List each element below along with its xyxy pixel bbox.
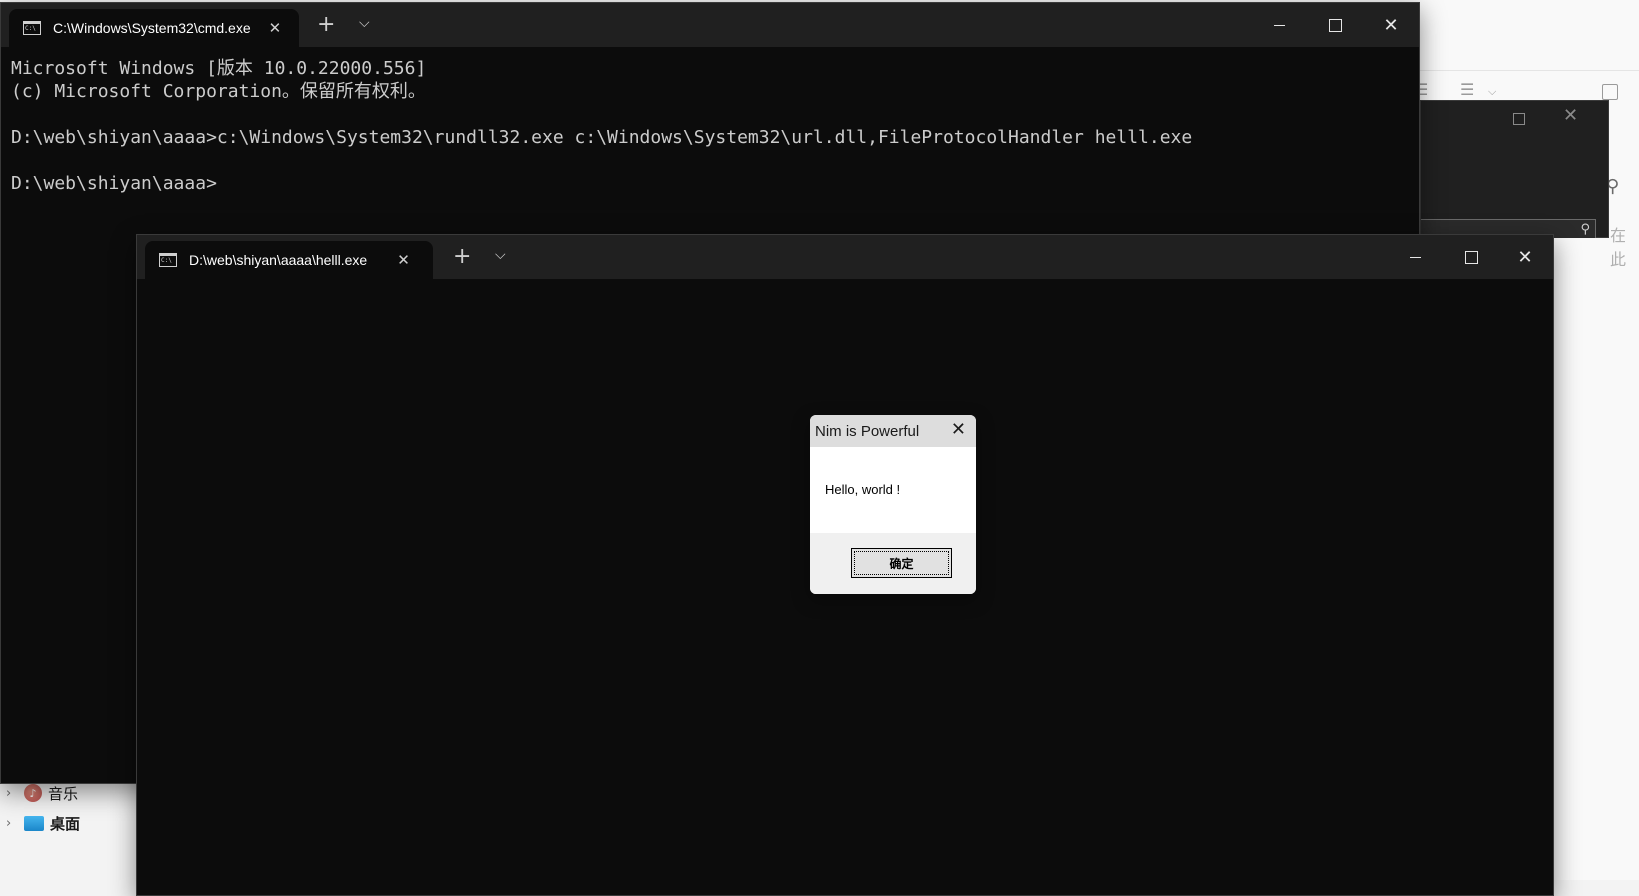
explorer-navigation-pane: › ♪ 音乐 › 桌面 bbox=[0, 780, 140, 880]
dialog-body: Hello, world ! bbox=[810, 447, 976, 533]
chevron-down-icon[interactable]: ⌵ bbox=[359, 15, 370, 31]
maximize-icon bbox=[1328, 18, 1342, 32]
console-line: Microsoft Windows [版本 10.0.22000.556] bbox=[11, 58, 427, 79]
ok-button[interactable]: 确定 bbox=[851, 548, 952, 578]
minimize-icon bbox=[1409, 256, 1421, 258]
close-icon: ✕ bbox=[1517, 246, 1533, 268]
tab-helll[interactable]: C:\ D:\web\shiyan\aaaa\helll.exe ✕ bbox=[145, 241, 433, 279]
console-output[interactable]: Microsoft Windows [版本 10.0.22000.556] (c… bbox=[11, 57, 1192, 195]
nav-item-label: 音乐 bbox=[48, 785, 79, 803]
titlebar[interactable]: C:\ C:\Windows\System32\cmd.exe ✕ + ⌵ ✕ bbox=[1, 3, 1419, 47]
close-icon[interactable]: ✕ bbox=[1563, 105, 1578, 126]
console-line: (c) Microsoft Corporation。保留所有权利。 bbox=[11, 81, 426, 102]
maximize-icon bbox=[1464, 250, 1478, 264]
dialog-title: Nim is Powerful bbox=[815, 423, 920, 440]
maximize-icon[interactable] bbox=[1513, 113, 1525, 125]
dialog-titlebar[interactable]: Nim is Powerful ✕ bbox=[810, 415, 976, 447]
maximize-button[interactable] bbox=[1443, 235, 1499, 279]
desktop-icon bbox=[24, 815, 44, 831]
dialog-message: Hello, world ! bbox=[825, 482, 901, 497]
nav-item-label: 桌面 bbox=[50, 815, 81, 833]
close-tab-icon[interactable]: ✕ bbox=[269, 19, 282, 37]
titlebar[interactable]: C:\ D:\web\shiyan\aaaa\helll.exe ✕ + ⌵ ✕ bbox=[137, 235, 1553, 279]
nav-item-desktop[interactable]: › 桌面 bbox=[6, 810, 80, 836]
tab-title: C:\Windows\System32\cmd.exe bbox=[53, 20, 251, 36]
close-icon: ✕ bbox=[1383, 14, 1399, 36]
tab-cmd[interactable]: C:\ C:\Windows\System32\cmd.exe ✕ bbox=[9, 9, 299, 47]
new-tab-icon[interactable]: + bbox=[453, 245, 471, 269]
chevron-down-icon[interactable]: ⌵ bbox=[1488, 85, 1496, 99]
close-button[interactable]: ✕ bbox=[1363, 3, 1419, 47]
close-button[interactable]: ✕ bbox=[1497, 235, 1553, 279]
background-dark-window: ✕ ⚲ bbox=[1420, 100, 1609, 238]
music-icon: ♪ bbox=[24, 784, 42, 802]
helll-terminal-window: C:\ D:\web\shiyan\aaaa\helll.exe ✕ + ⌵ ✕… bbox=[136, 234, 1554, 896]
close-icon[interactable]: ✕ bbox=[951, 419, 966, 440]
chevron-right-icon[interactable]: › bbox=[6, 816, 18, 831]
message-box-dialog: Nim is Powerful ✕ Hello, world ! 确定 bbox=[810, 415, 976, 594]
console-prompt: D:\web\shiyan\aaaa> bbox=[11, 173, 217, 194]
cmd-icon: C:\ bbox=[159, 253, 177, 267]
maximize-button[interactable] bbox=[1307, 3, 1363, 47]
explorer-toolbar-divider bbox=[1420, 70, 1639, 71]
minimize-button[interactable] bbox=[1387, 235, 1443, 279]
cmd-icon: C:\ bbox=[23, 21, 41, 35]
minimize-button[interactable] bbox=[1251, 3, 1307, 47]
new-tab-icon[interactable]: + bbox=[317, 13, 335, 37]
search-icon[interactable]: ⚲ bbox=[1580, 221, 1590, 237]
chevron-right-icon[interactable]: › bbox=[6, 786, 18, 801]
list-icon[interactable]: ☰ bbox=[1460, 80, 1474, 99]
console-line: D:\web\shiyan\aaaa>c:\Windows\System32\r… bbox=[11, 127, 1193, 148]
close-tab-icon[interactable]: ✕ bbox=[397, 251, 410, 269]
tab-title: D:\web\shiyan\aaaa\helll.exe bbox=[189, 252, 368, 268]
select-checkbox-icon[interactable] bbox=[1602, 84, 1618, 100]
explorer-side-text: 在此 bbox=[1610, 228, 1627, 269]
chevron-down-icon[interactable]: ⌵ bbox=[495, 247, 506, 263]
minimize-icon bbox=[1273, 24, 1285, 26]
dialog-footer: 确定 bbox=[810, 533, 976, 594]
